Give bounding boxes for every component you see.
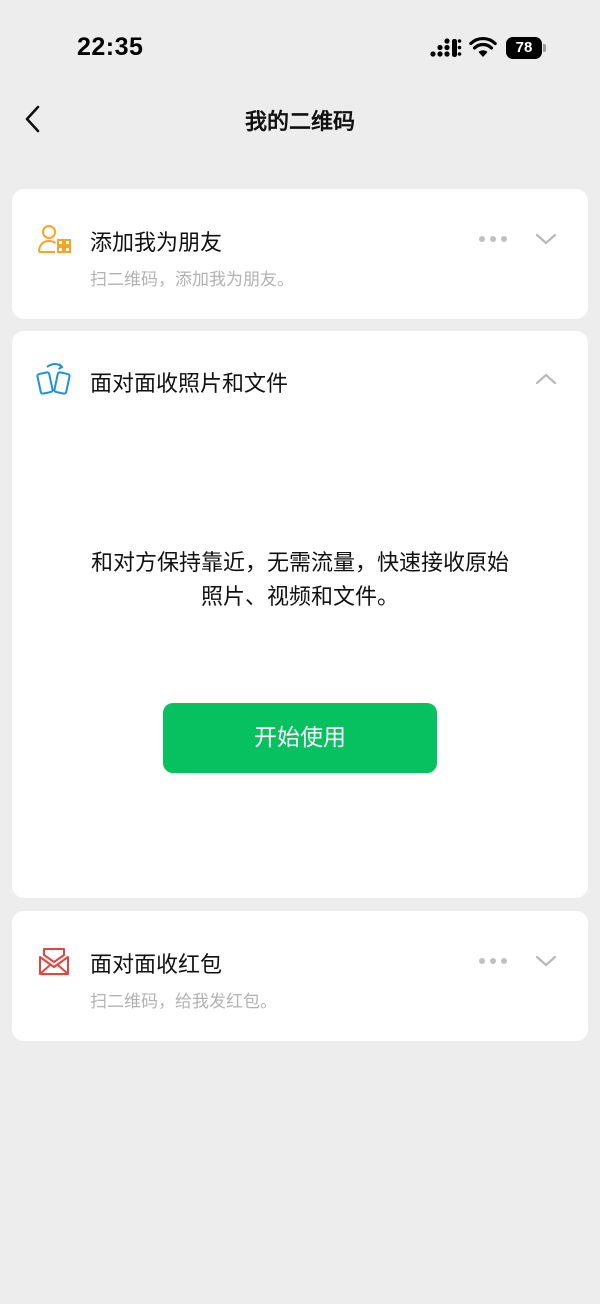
card-subtitle: 扫二维码，给我发红包。 [90,992,277,1012]
card-title: 面对面收红包 [90,953,223,978]
battery-tip [543,44,546,52]
status-time: 22:35 [77,33,144,61]
more-icon[interactable] [478,957,508,965]
add-friend-card[interactable]: 添加我为朋友 扫二维码，添加我为朋友。 [12,189,588,319]
red-packet-card[interactable]: 面对面收红包 扫二维码，给我发红包。 [12,911,588,1041]
battery-indicator: 78 [506,37,548,59]
status-bar: 22:35 78 [0,0,600,96]
face-to-face-files-card: 面对面收照片和文件 和对方保持靠近，无需流量，快速接收原始 照片、视频和文件。 … [12,331,588,898]
nav-bar: 我的二维码 [0,96,600,142]
card-description: 和对方保持靠近，无需流量，快速接收原始 照片、视频和文件。 [12,547,588,615]
card-subtitle: 扫二维码，添加我为朋友。 [90,270,294,290]
more-icon[interactable] [478,235,508,243]
chevron-down-icon[interactable] [534,232,558,246]
chevron-down-icon[interactable] [534,954,558,968]
description-line-1: 和对方保持靠近，无需流量，快速接收原始 [90,551,509,576]
phones-transfer-icon [36,363,71,395]
cellular-signal-icon [430,38,462,57]
chevron-up-icon[interactable] [534,372,558,386]
add-friend-qr-icon [38,225,71,253]
card-title: 面对面收照片和文件 [90,372,289,397]
page-title: 我的二维码 [244,110,355,135]
description-line-2: 照片、视频和文件。 [200,585,399,610]
red-packet-icon [39,948,69,975]
wifi-icon [469,36,497,57]
battery-level: 78 [506,37,542,59]
start-button[interactable]: 开始使用 [163,703,437,773]
card-title: 添加我为朋友 [90,231,223,256]
